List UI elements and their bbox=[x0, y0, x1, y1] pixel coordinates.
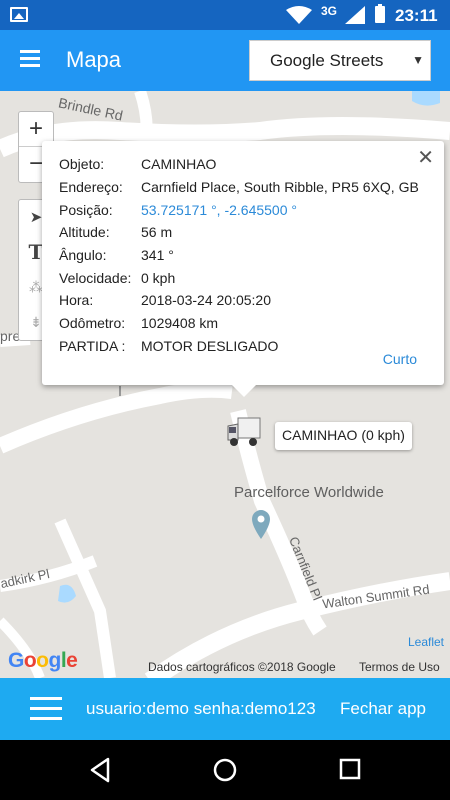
info-row-velocidade: Velocidade: 0 kph bbox=[59, 269, 176, 286]
bottom-menu-icon[interactable] bbox=[30, 697, 62, 721]
app-bar: Mapa Google Streets ▼ bbox=[0, 30, 450, 91]
status-bar: 3G 23:11 bbox=[0, 0, 450, 30]
close-popup-icon[interactable]: ✕ bbox=[417, 145, 434, 170]
map-type-value: Google Streets bbox=[270, 51, 384, 70]
poi-name: Parcelforce Worldwide bbox=[234, 484, 384, 501]
home-icon[interactable] bbox=[212, 757, 238, 783]
bottom-bar: usuario:demo senha:demo123 Fechar app bbox=[0, 678, 450, 740]
credentials-text: usuario:demo senha:demo123 bbox=[86, 699, 316, 718]
leaflet-link[interactable]: Leaflet bbox=[408, 635, 444, 649]
vehicle-info-popup: ✕ Objeto: CAMINHAO Endereço: Carnfield Pla… bbox=[42, 141, 444, 397]
system-nav-bar bbox=[0, 740, 450, 800]
short-link[interactable]: Curto bbox=[383, 351, 417, 367]
location-pin-icon[interactable] bbox=[249, 508, 273, 540]
vehicle-info-table: Objeto: CAMINHAO Endereço: Carnfield Place… bbox=[59, 153, 419, 357]
google-logo: Google bbox=[8, 649, 78, 672]
info-row-hora: Hora: 2018-03-24 20:05:20 bbox=[59, 292, 271, 309]
map-type-select[interactable]: Google Streets ▼ bbox=[249, 40, 431, 81]
info-row-partida: PARTIDA : MOTOR DESLIGADO bbox=[59, 337, 279, 354]
menu-icon[interactable] bbox=[20, 50, 40, 67]
map-view[interactable]: Brindle Rd Carnfield Pl Walton Summit Rd… bbox=[0, 91, 450, 678]
signal-icon bbox=[345, 6, 365, 24]
wifi-icon bbox=[286, 6, 312, 24]
page-title: Mapa bbox=[66, 47, 122, 72]
info-row-angulo: Ângulo: 341 ° bbox=[59, 247, 174, 264]
image-notification-icon bbox=[10, 7, 28, 22]
close-app-button[interactable]: Fechar app bbox=[340, 699, 426, 719]
info-row-odometro: Odômetro: 1029408 km bbox=[59, 315, 219, 332]
info-row-endereco: Endereço: Carnfield Place, South Ribble, … bbox=[59, 179, 419, 196]
map-data-attribution: Dados cartográficos ©2018 Google bbox=[148, 660, 336, 674]
info-row-altitude: Altitude: 56 m bbox=[59, 224, 173, 241]
info-row-objeto: Objeto: CAMINHAO bbox=[59, 156, 217, 173]
truck-icon[interactable] bbox=[226, 416, 262, 448]
clock: 23:11 bbox=[395, 6, 438, 25]
vehicle-label: CAMINHAO (0 kph) bbox=[275, 422, 412, 450]
recents-icon[interactable] bbox=[338, 757, 362, 781]
position-link[interactable]: 53.725171 °, -2.645500 ° bbox=[141, 202, 297, 218]
terms-link[interactable]: Termos de Uso bbox=[359, 660, 440, 674]
info-row-posicao: Posição: 53.725171 °, -2.645500 ° bbox=[59, 201, 297, 218]
battery-icon bbox=[375, 4, 385, 23]
dropdown-arrow-icon: ▼ bbox=[412, 53, 424, 67]
back-icon[interactable] bbox=[88, 757, 112, 783]
network-type: 3G bbox=[321, 4, 338, 18]
